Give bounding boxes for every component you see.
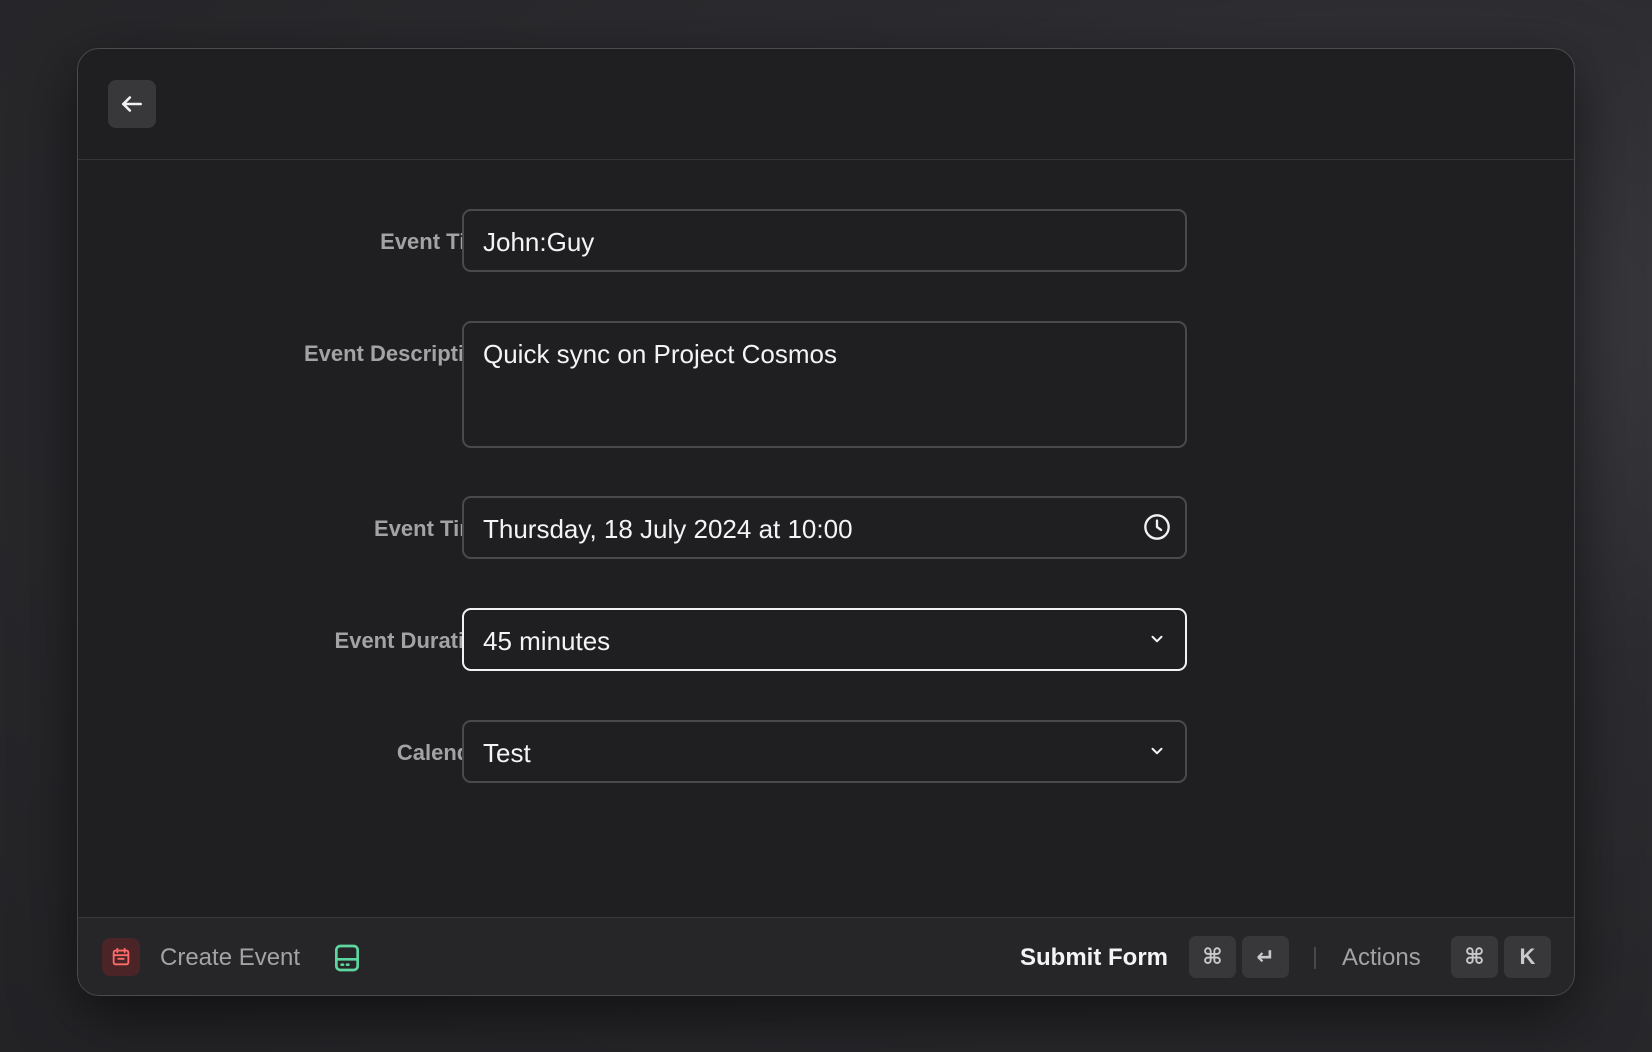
footer-separator: [1314, 947, 1316, 969]
event-title-row: Event Title John:Guy: [78, 209, 1574, 272]
event-duration-select[interactable]: 45 minutes: [462, 608, 1187, 671]
command-title: Create Event: [160, 944, 301, 971]
chevron-down-icon: [1143, 625, 1171, 653]
command-key: ⌘: [1189, 936, 1236, 978]
clock-icon[interactable]: [1143, 513, 1171, 541]
command-key: ⌘: [1451, 936, 1498, 978]
calendar-value: Test: [483, 738, 531, 768]
event-description-value: Quick sync on Project Cosmos: [483, 339, 838, 369]
event-time-value: Thursday, 18 July 2024 at 10:00: [483, 514, 853, 544]
event-title-input[interactable]: John:Guy: [462, 209, 1187, 272]
chevron-down-icon: [1143, 737, 1171, 765]
return-key: ↵: [1242, 936, 1289, 978]
calendar-icon: [102, 938, 140, 976]
event-time-row: Event Time Thursday, 18 July 2024 at 10:…: [78, 496, 1574, 559]
hard-drive-icon: [331, 942, 363, 974]
calendar-row: Calendar Test: [78, 720, 1574, 783]
event-description-row: Event Description Quick sync on Project …: [78, 321, 1574, 448]
calendar-select[interactable]: Test: [462, 720, 1187, 783]
event-duration-value: 45 minutes: [483, 626, 611, 656]
submit-form-button[interactable]: Submit Form: [1020, 944, 1168, 972]
actions-button[interactable]: Actions: [1342, 944, 1421, 972]
back-button[interactable]: [108, 80, 156, 128]
arrow-left-icon: [119, 91, 145, 117]
event-description-textarea[interactable]: Quick sync on Project Cosmos: [462, 321, 1187, 448]
event-time-picker[interactable]: Thursday, 18 July 2024 at 10:00: [462, 496, 1187, 559]
k-key: K: [1504, 936, 1551, 978]
event-title-value: John:Guy: [483, 227, 595, 257]
event-duration-row: Event Duration 45 minutes: [78, 608, 1574, 671]
create-event-window: Event Title John:Guy Event Description Q…: [77, 48, 1575, 996]
action-bar: Create Event Submit Form ⌘ ↵ Actions ⌘ K: [78, 917, 1574, 995]
window-header: [78, 49, 1574, 160]
